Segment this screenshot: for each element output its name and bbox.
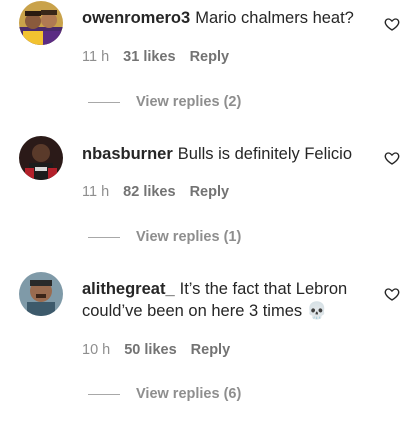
- comment-meta: 11 h 31 likes Reply: [82, 49, 243, 65]
- likes-count[interactable]: 82 likes: [123, 184, 175, 200]
- comment-meta: 11 h 82 likes Reply: [82, 184, 243, 200]
- view-replies-label: View replies (6): [136, 386, 242, 402]
- avatar[interactable]: [19, 136, 63, 180]
- divider-line: [88, 236, 120, 238]
- view-replies-label: View replies (1): [136, 229, 242, 245]
- view-replies-label: View replies (2): [136, 94, 242, 110]
- heart-outline-icon[interactable]: [384, 16, 400, 32]
- comment-text: nbasburner Bulls is definitely Felicio: [82, 143, 372, 165]
- divider-line: [88, 393, 120, 395]
- avatar-image: [19, 136, 63, 180]
- avatar-image: [19, 272, 63, 316]
- likes-count[interactable]: 50 likes: [124, 342, 176, 358]
- comment-time: 11 h: [82, 184, 110, 200]
- comment-meta: 10 h 50 likes Reply: [82, 342, 244, 358]
- comment-body: Bulls is definitely Felicio: [177, 145, 353, 163]
- view-replies-button[interactable]: View replies (6): [88, 384, 241, 404]
- reply-button[interactable]: Reply: [190, 49, 230, 65]
- heart-outline-icon[interactable]: [384, 150, 400, 166]
- divider-line: [88, 101, 120, 103]
- skull-emoji: 💀: [306, 301, 328, 320]
- likes-count[interactable]: 31 likes: [123, 49, 175, 65]
- comment-time: 11 h: [82, 49, 110, 65]
- reply-button[interactable]: Reply: [191, 342, 231, 358]
- comment-body: Mario chalmers heat?: [195, 9, 354, 27]
- comment-text: owenromero3 Mario chalmers heat?: [82, 7, 372, 29]
- avatar[interactable]: [19, 272, 63, 316]
- heart-outline-icon[interactable]: [384, 286, 400, 302]
- avatar[interactable]: [19, 1, 63, 45]
- comment-username[interactable]: nbasburner: [82, 145, 173, 163]
- view-replies-button[interactable]: View replies (1): [88, 227, 241, 247]
- avatar-image: [19, 1, 63, 45]
- comment-time: 10 h: [82, 342, 111, 358]
- comment-username[interactable]: owenromero3: [82, 9, 190, 27]
- comment-username[interactable]: alithegreat_: [82, 280, 175, 298]
- comment-text: alithegreat_ It’s the fact that Lebron co…: [82, 278, 372, 322]
- view-replies-button[interactable]: View replies (2): [88, 92, 241, 112]
- reply-button[interactable]: Reply: [190, 184, 230, 200]
